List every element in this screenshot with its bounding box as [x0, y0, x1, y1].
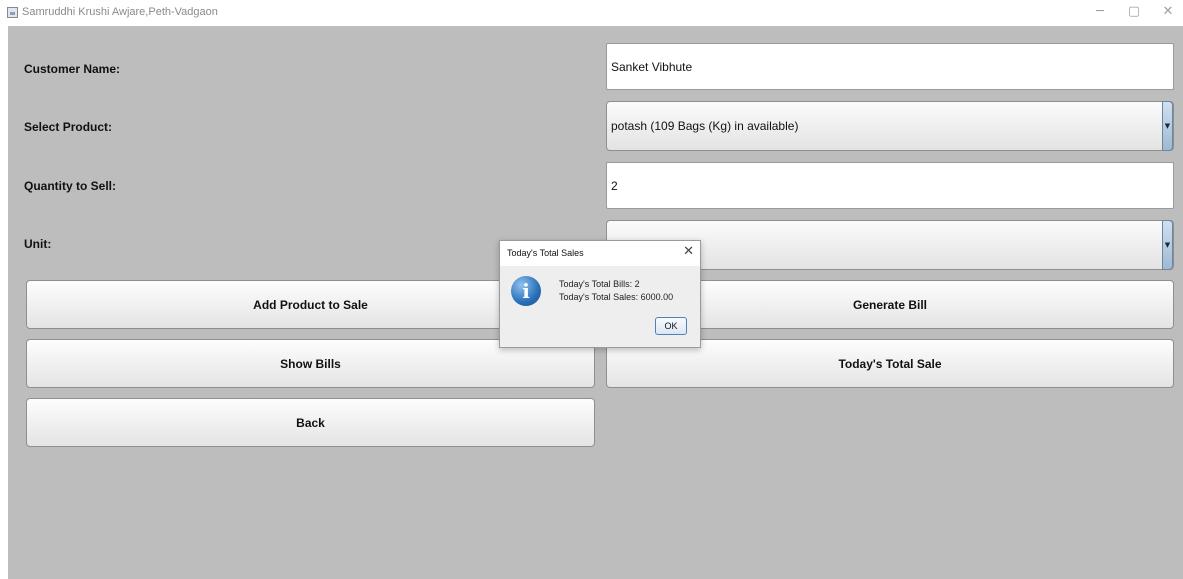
dialog-title: Today's Total Sales [507, 248, 584, 258]
back-button[interactable]: Back [26, 398, 595, 447]
selected-product: potash (109 Bags (Kg) in available) [611, 119, 799, 133]
app-icon [7, 7, 18, 18]
dialog-titlebar: Today's Total Sales ✕ [500, 241, 700, 266]
customer-name-label: Customer Name: [24, 62, 121, 76]
close-button[interactable]: ✕ [1154, 0, 1182, 26]
minimize-button[interactable]: ─ [1086, 0, 1114, 26]
quantity-label: Quantity to Sell: [24, 179, 117, 193]
dialog-close-icon[interactable]: ✕ [683, 244, 694, 259]
window-title: Samruddhi Krushi Awjare,Peth-Vadgaon [22, 6, 218, 18]
customer-name-field[interactable]: Sanket Vibhute [606, 43, 1174, 90]
unit-label: Unit: [24, 237, 52, 251]
chevron-down-icon[interactable]: ▼ [1162, 220, 1173, 270]
restore-button[interactable]: ▢ [1120, 0, 1148, 26]
customer-name-value: Sanket Vibhute [611, 59, 693, 74]
total-bills-text: Today's Total Bills: 2 [559, 279, 640, 289]
quantity-value: 2 [611, 178, 618, 193]
quantity-field[interactable]: 2 [606, 162, 1174, 209]
info-icon: i [511, 276, 541, 306]
select-product-label: Select Product: [24, 120, 113, 134]
window-titlebar: Samruddhi Krushi Awjare,Peth-Vadgaon ─ ▢… [0, 0, 1183, 26]
total-sales-text: Today's Total Sales: 6000.00 [559, 292, 674, 302]
ok-button[interactable]: OK [655, 317, 687, 335]
chevron-down-icon[interactable]: ▼ [1162, 101, 1173, 151]
product-dropdown[interactable]: potash (109 Bags (Kg) in available) ▼ [606, 101, 1174, 151]
todays-total-sales-dialog: Today's Total Sales ✕ i Today's Total Bi… [499, 240, 701, 348]
